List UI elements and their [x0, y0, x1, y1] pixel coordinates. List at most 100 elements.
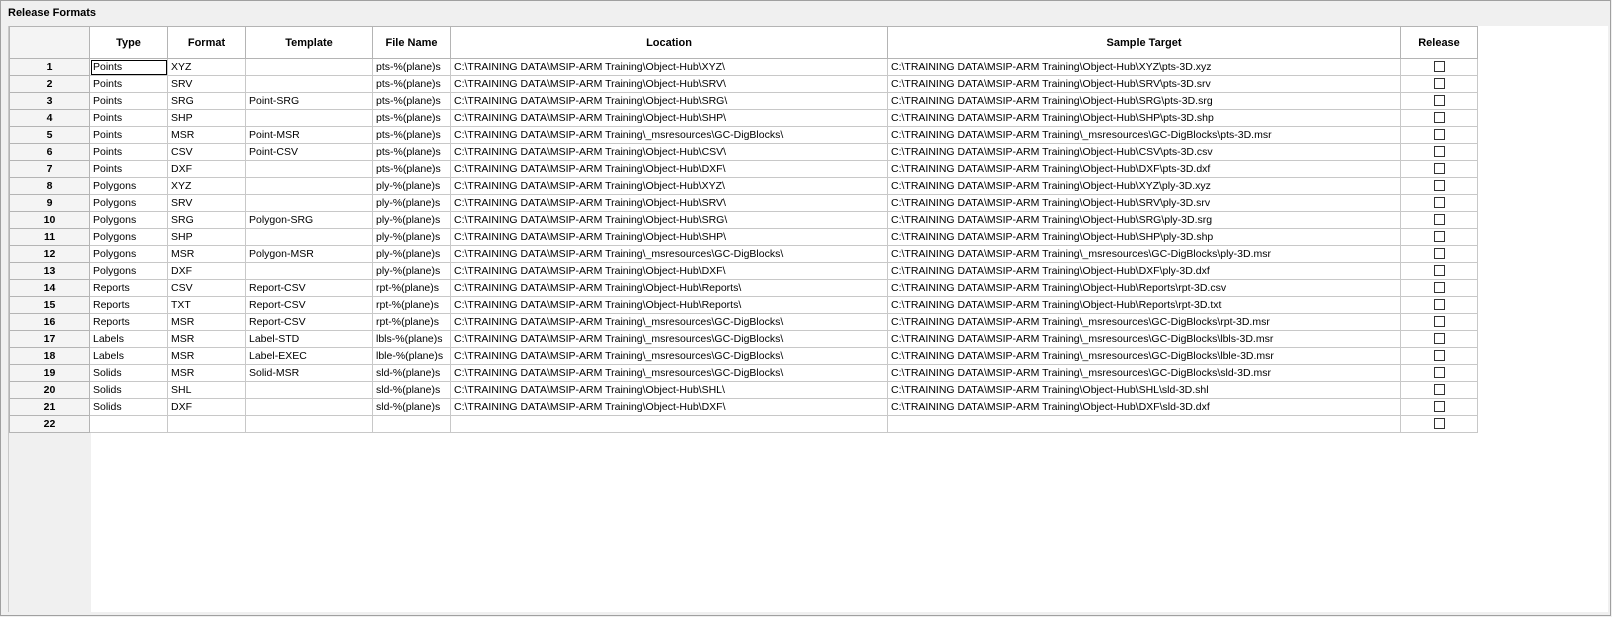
cell-sample-target[interactable]: C:\TRAINING DATA\MSIP-ARM Training\_msre…	[887, 347, 1401, 365]
cell-sample-target[interactable]: C:\TRAINING DATA\MSIP-ARM Training\_msre…	[887, 330, 1401, 348]
cell-type[interactable]: Points	[89, 143, 168, 161]
cell-template[interactable]: Solid-MSR	[245, 364, 373, 382]
cell-sample-target[interactable]: C:\TRAINING DATA\MSIP-ARM Training\_msre…	[887, 364, 1401, 382]
release-checkbox[interactable]	[1433, 401, 1445, 413]
cell-format[interactable]: DXF	[167, 160, 246, 178]
cell-location[interactable]: C:\TRAINING DATA\MSIP-ARM Training\Objec…	[450, 75, 888, 93]
release-checkbox[interactable]	[1433, 78, 1445, 90]
cell-format[interactable]: CSV	[167, 143, 246, 161]
cell-format[interactable]: DXF	[167, 398, 246, 416]
cell-format[interactable]: TXT	[167, 296, 246, 314]
cell-type[interactable]: Points	[89, 126, 168, 144]
cell-file-name[interactable]: pts-%(plane)s	[372, 92, 451, 110]
cell-sample-target[interactable]: C:\TRAINING DATA\MSIP-ARM Training\Objec…	[887, 228, 1401, 246]
cell-file-name[interactable]: lble-%(plane)s	[372, 347, 451, 365]
column-header-location[interactable]: Location	[450, 26, 888, 59]
cell-type[interactable]: Points	[89, 92, 168, 110]
row-header[interactable]: 8	[9, 177, 90, 195]
release-checkbox[interactable]	[1433, 282, 1445, 294]
cell-format[interactable]	[167, 415, 246, 433]
release-checkbox[interactable]	[1433, 61, 1445, 73]
cell-location[interactable]: C:\TRAINING DATA\MSIP-ARM Training\Objec…	[450, 109, 888, 127]
cell-type[interactable]: Points	[89, 109, 168, 127]
cell-format[interactable]: XYZ	[167, 177, 246, 195]
release-checkbox[interactable]	[1433, 231, 1445, 243]
cell-sample-target[interactable]: C:\TRAINING DATA\MSIP-ARM Training\Objec…	[887, 211, 1401, 229]
release-checkbox[interactable]	[1433, 197, 1445, 209]
cell-file-name[interactable]: pts-%(plane)s	[372, 58, 451, 76]
cell-template[interactable]	[245, 415, 373, 433]
release-checkbox[interactable]	[1433, 129, 1445, 141]
cell-file-name[interactable]: ply-%(plane)s	[372, 262, 451, 280]
cell-location[interactable]: C:\TRAINING DATA\MSIP-ARM Training\_msre…	[450, 126, 888, 144]
release-checkbox[interactable]	[1433, 214, 1445, 226]
row-header[interactable]: 2	[9, 75, 90, 93]
release-checkbox[interactable]	[1433, 367, 1445, 379]
cell-format[interactable]: SRV	[167, 75, 246, 93]
cell-template[interactable]	[245, 160, 373, 178]
column-header-sample-target[interactable]: Sample Target	[887, 26, 1401, 59]
row-header[interactable]: 5	[9, 126, 90, 144]
row-header[interactable]: 16	[9, 313, 90, 331]
cell-location[interactable]: C:\TRAINING DATA\MSIP-ARM Training\_msre…	[450, 347, 888, 365]
cell-sample-target[interactable]: C:\TRAINING DATA\MSIP-ARM Training\Objec…	[887, 58, 1401, 76]
cell-template[interactable]	[245, 398, 373, 416]
release-checkbox[interactable]	[1433, 265, 1445, 277]
cell-template[interactable]: Point-CSV	[245, 143, 373, 161]
corner-header[interactable]	[9, 26, 90, 59]
cell-format[interactable]: SRG	[167, 211, 246, 229]
release-checkbox[interactable]	[1433, 333, 1445, 345]
release-checkbox[interactable]	[1433, 248, 1445, 260]
cell-location[interactable]: C:\TRAINING DATA\MSIP-ARM Training\Objec…	[450, 398, 888, 416]
cell-type[interactable]: Reports	[89, 313, 168, 331]
cell-template[interactable]: Polygon-MSR	[245, 245, 373, 263]
cell-type[interactable]: Polygons	[89, 245, 168, 263]
cell-type[interactable]: Labels	[89, 330, 168, 348]
release-checkbox[interactable]	[1433, 112, 1445, 124]
cell-sample-target[interactable]: C:\TRAINING DATA\MSIP-ARM Training\_msre…	[887, 313, 1401, 331]
cell-template[interactable]	[245, 58, 373, 76]
cell-type[interactable]: Solids	[89, 398, 168, 416]
row-header[interactable]: 3	[9, 92, 90, 110]
cell-format[interactable]: SRV	[167, 194, 246, 212]
cell-sample-target[interactable]: C:\TRAINING DATA\MSIP-ARM Training\Objec…	[887, 143, 1401, 161]
cell-location[interactable]: C:\TRAINING DATA\MSIP-ARM Training\Objec…	[450, 177, 888, 195]
cell-format[interactable]: MSR	[167, 245, 246, 263]
release-checkbox[interactable]	[1433, 418, 1445, 430]
row-header[interactable]: 18	[9, 347, 90, 365]
row-header[interactable]: 21	[9, 398, 90, 416]
release-checkbox[interactable]	[1433, 180, 1445, 192]
cell-file-name[interactable]: sld-%(plane)s	[372, 398, 451, 416]
column-header-type[interactable]: Type	[89, 26, 168, 59]
cell-sample-target[interactable]: C:\TRAINING DATA\MSIP-ARM Training\Objec…	[887, 279, 1401, 297]
cell-type[interactable]: Labels	[89, 347, 168, 365]
row-header[interactable]: 7	[9, 160, 90, 178]
cell-location[interactable]: C:\TRAINING DATA\MSIP-ARM Training\Objec…	[450, 143, 888, 161]
cell-format[interactable]: MSR	[167, 313, 246, 331]
cell-location[interactable]: C:\TRAINING DATA\MSIP-ARM Training\Objec…	[450, 381, 888, 399]
cell-template[interactable]	[245, 109, 373, 127]
cell-location[interactable]: C:\TRAINING DATA\MSIP-ARM Training\Objec…	[450, 160, 888, 178]
cell-sample-target[interactable]: C:\TRAINING DATA\MSIP-ARM Training\Objec…	[887, 262, 1401, 280]
cell-location[interactable]: C:\TRAINING DATA\MSIP-ARM Training\_msre…	[450, 330, 888, 348]
row-header[interactable]: 19	[9, 364, 90, 382]
cell-format[interactable]: MSR	[167, 330, 246, 348]
cell-file-name[interactable]: lbls-%(plane)s	[372, 330, 451, 348]
cell-file-name[interactable]: ply-%(plane)s	[372, 245, 451, 263]
cell-format[interactable]: MSR	[167, 126, 246, 144]
cell-template[interactable]: Label-EXEC	[245, 347, 373, 365]
cell-location[interactable]: C:\TRAINING DATA\MSIP-ARM Training\_msre…	[450, 313, 888, 331]
row-header[interactable]: 11	[9, 228, 90, 246]
cell-template[interactable]	[245, 177, 373, 195]
cell-template[interactable]	[245, 194, 373, 212]
cell-format[interactable]: SHL	[167, 381, 246, 399]
cell-file-name[interactable]: sld-%(plane)s	[372, 381, 451, 399]
cell-file-name[interactable]: pts-%(plane)s	[372, 160, 451, 178]
cell-type[interactable]	[89, 415, 168, 433]
row-header[interactable]: 15	[9, 296, 90, 314]
cell-location[interactable]: C:\TRAINING DATA\MSIP-ARM Training\Objec…	[450, 58, 888, 76]
cell-location[interactable]: C:\TRAINING DATA\MSIP-ARM Training\Objec…	[450, 262, 888, 280]
cell-template[interactable]: Point-SRG	[245, 92, 373, 110]
cell-type[interactable]: Polygons	[89, 262, 168, 280]
cell-file-name[interactable]: pts-%(plane)s	[372, 126, 451, 144]
